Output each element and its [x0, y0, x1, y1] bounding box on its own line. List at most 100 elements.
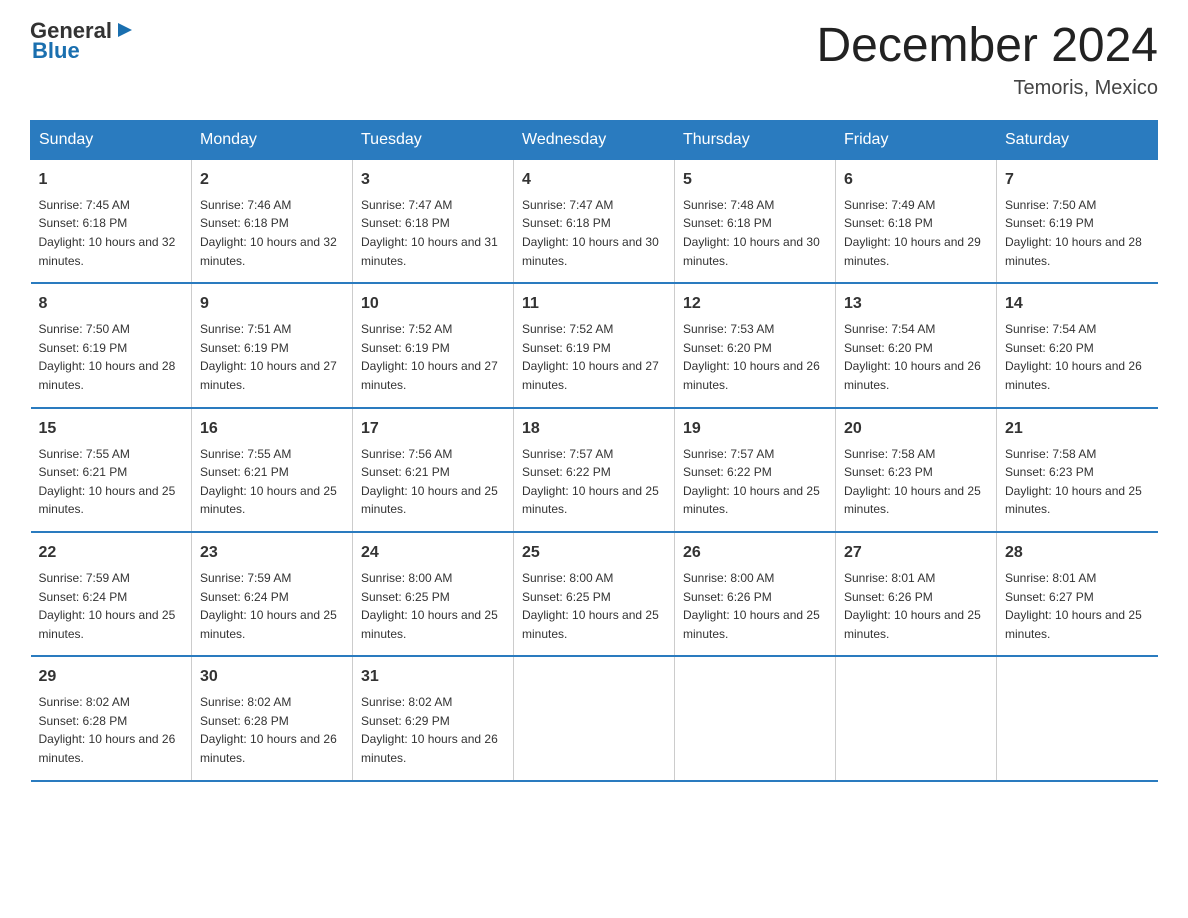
week-row-2: 8 Sunrise: 7:50 AMSunset: 6:19 PMDaylight…: [31, 283, 1158, 407]
day-info: Sunrise: 8:01 AMSunset: 6:26 PMDaylight:…: [844, 569, 988, 643]
day-number: 23: [200, 541, 344, 565]
week-row-5: 29Sunrise: 8:02 AMSunset: 6:28 PMDayligh…: [31, 656, 1158, 780]
calendar-table: SundayMondayTuesdayWednesdayThursdayFrid…: [30, 120, 1158, 782]
day-info: Sunrise: 7:47 AMSunset: 6:18 PMDaylight:…: [522, 196, 666, 270]
day-number: 28: [1005, 541, 1150, 565]
day-number: 4: [522, 168, 666, 192]
day-info: Sunrise: 7:52 AMSunset: 6:19 PMDaylight:…: [522, 320, 666, 394]
header-row: SundayMondayTuesdayWednesdayThursdayFrid…: [31, 120, 1158, 159]
header-day-tuesday: Tuesday: [353, 120, 514, 159]
day-cell: 6 Sunrise: 7:49 AMSunset: 6:18 PMDaylight…: [836, 159, 997, 283]
day-cell: 13Sunrise: 7:54 AMSunset: 6:20 PMDayligh…: [836, 283, 997, 407]
day-cell: 4 Sunrise: 7:47 AMSunset: 6:18 PMDaylight…: [514, 159, 675, 283]
day-info: Sunrise: 8:00 AMSunset: 6:25 PMDaylight:…: [522, 569, 666, 643]
day-cell: 28 Sunrise: 8:01 AMSunset: 6:27 PMDayligh…: [997, 532, 1158, 656]
day-info: Sunrise: 8:02 AMSunset: 6:28 PMDaylight:…: [39, 693, 184, 767]
day-number: 3: [361, 168, 505, 192]
day-number: 18: [522, 417, 666, 441]
day-number: 16: [200, 417, 344, 441]
day-info: Sunrise: 7:55 AMSunset: 6:21 PMDaylight:…: [39, 445, 184, 519]
logo: General Blue: [30, 20, 136, 62]
day-number: 9: [200, 292, 344, 316]
day-info: Sunrise: 7:57 AMSunset: 6:22 PMDaylight:…: [683, 445, 827, 519]
day-info: Sunrise: 8:02 AMSunset: 6:29 PMDaylight:…: [361, 693, 505, 767]
day-info: Sunrise: 8:01 AMSunset: 6:27 PMDaylight:…: [1005, 569, 1150, 643]
day-number: 15: [39, 417, 184, 441]
day-cell: 30 Sunrise: 8:02 AMSunset: 6:28 PMDayligh…: [192, 656, 353, 780]
day-number: 12: [683, 292, 827, 316]
week-row-1: 1 Sunrise: 7:45 AMSunset: 6:18 PMDaylight…: [31, 159, 1158, 283]
day-info: Sunrise: 7:49 AMSunset: 6:18 PMDaylight:…: [844, 196, 988, 270]
day-number: 26: [683, 541, 827, 565]
day-cell: [997, 656, 1158, 780]
day-number: 11: [522, 292, 666, 316]
day-cell: 22 Sunrise: 7:59 AMSunset: 6:24 PMDayligh…: [31, 532, 192, 656]
day-cell: 7Sunrise: 7:50 AMSunset: 6:19 PMDaylight…: [997, 159, 1158, 283]
day-cell: 20 Sunrise: 7:58 AMSunset: 6:23 PMDayligh…: [836, 408, 997, 532]
day-info: Sunrise: 7:47 AMSunset: 6:18 PMDaylight:…: [361, 196, 505, 270]
day-number: 8: [39, 292, 184, 316]
header-day-wednesday: Wednesday: [514, 120, 675, 159]
location: Temoris, Mexico: [816, 77, 1158, 100]
logo-blue: Blue: [30, 40, 136, 62]
day-cell: 26 Sunrise: 8:00 AMSunset: 6:26 PMDayligh…: [675, 532, 836, 656]
day-info: Sunrise: 7:59 AMSunset: 6:24 PMDaylight:…: [39, 569, 184, 643]
day-cell: 8 Sunrise: 7:50 AMSunset: 6:19 PMDaylight…: [31, 283, 192, 407]
week-row-4: 22 Sunrise: 7:59 AMSunset: 6:24 PMDayligh…: [31, 532, 1158, 656]
day-number: 22: [39, 541, 184, 565]
day-number: 6: [844, 168, 988, 192]
title-section: December 2024 Temoris, Mexico: [816, 20, 1158, 100]
page-header: General Blue December 2024 Temoris, Mexi…: [30, 20, 1158, 100]
month-title: December 2024: [816, 20, 1158, 73]
day-cell: 18 Sunrise: 7:57 AMSunset: 6:22 PMDayligh…: [514, 408, 675, 532]
day-cell: 17 Sunrise: 7:56 AMSunset: 6:21 PMDayligh…: [353, 408, 514, 532]
day-cell: 27 Sunrise: 8:01 AMSunset: 6:26 PMDayligh…: [836, 532, 997, 656]
day-number: 30: [200, 665, 344, 689]
day-cell: 2Sunrise: 7:46 AMSunset: 6:18 PMDaylight…: [192, 159, 353, 283]
day-cell: 5 Sunrise: 7:48 AMSunset: 6:18 PMDaylight…: [675, 159, 836, 283]
day-number: 5: [683, 168, 827, 192]
day-info: Sunrise: 7:58 AMSunset: 6:23 PMDaylight:…: [1005, 445, 1150, 519]
day-info: Sunrise: 7:51 AMSunset: 6:19 PMDaylight:…: [200, 320, 344, 394]
day-info: Sunrise: 7:55 AMSunset: 6:21 PMDaylight:…: [200, 445, 344, 519]
day-cell: 11 Sunrise: 7:52 AMSunset: 6:19 PMDayligh…: [514, 283, 675, 407]
header-day-monday: Monday: [192, 120, 353, 159]
day-info: Sunrise: 8:00 AMSunset: 6:25 PMDaylight:…: [361, 569, 505, 643]
logo-image: General Blue: [30, 20, 136, 62]
day-cell: 21 Sunrise: 7:58 AMSunset: 6:23 PMDayligh…: [997, 408, 1158, 532]
day-info: Sunrise: 8:00 AMSunset: 6:26 PMDaylight:…: [683, 569, 827, 643]
header-day-saturday: Saturday: [997, 120, 1158, 159]
day-number: 21: [1005, 417, 1150, 441]
day-info: Sunrise: 7:45 AMSunset: 6:18 PMDaylight:…: [39, 196, 184, 270]
day-number: 31: [361, 665, 505, 689]
day-cell: 23Sunrise: 7:59 AMSunset: 6:24 PMDayligh…: [192, 532, 353, 656]
day-info: Sunrise: 7:48 AMSunset: 6:18 PMDaylight:…: [683, 196, 827, 270]
day-info: Sunrise: 7:52 AMSunset: 6:19 PMDaylight:…: [361, 320, 505, 394]
day-cell: 29Sunrise: 8:02 AMSunset: 6:28 PMDayligh…: [31, 656, 192, 780]
calendar-header: SundayMondayTuesdayWednesdayThursdayFrid…: [31, 120, 1158, 159]
day-info: Sunrise: 7:54 AMSunset: 6:20 PMDaylight:…: [844, 320, 988, 394]
header-day-friday: Friday: [836, 120, 997, 159]
day-info: Sunrise: 7:56 AMSunset: 6:21 PMDaylight:…: [361, 445, 505, 519]
logo-arrow-icon: [114, 19, 136, 41]
day-cell: 15 Sunrise: 7:55 AMSunset: 6:21 PMDayligh…: [31, 408, 192, 532]
day-number: 1: [39, 168, 184, 192]
day-cell: 3 Sunrise: 7:47 AMSunset: 6:18 PMDaylight…: [353, 159, 514, 283]
day-info: Sunrise: 7:53 AMSunset: 6:20 PMDaylight:…: [683, 320, 827, 394]
day-cell: 1 Sunrise: 7:45 AMSunset: 6:18 PMDaylight…: [31, 159, 192, 283]
day-cell: [675, 656, 836, 780]
day-number: 14: [1005, 292, 1150, 316]
day-info: Sunrise: 7:50 AMSunset: 6:19 PMDaylight:…: [39, 320, 184, 394]
day-cell: 9 Sunrise: 7:51 AMSunset: 6:19 PMDaylight…: [192, 283, 353, 407]
calendar-body: 1 Sunrise: 7:45 AMSunset: 6:18 PMDaylight…: [31, 159, 1158, 780]
day-number: 27: [844, 541, 988, 565]
day-number: 20: [844, 417, 988, 441]
day-cell: 24Sunrise: 8:00 AMSunset: 6:25 PMDayligh…: [353, 532, 514, 656]
header-day-sunday: Sunday: [31, 120, 192, 159]
day-info: Sunrise: 7:58 AMSunset: 6:23 PMDaylight:…: [844, 445, 988, 519]
day-number: 17: [361, 417, 505, 441]
day-info: Sunrise: 8:02 AMSunset: 6:28 PMDaylight:…: [200, 693, 344, 767]
day-info: Sunrise: 7:46 AMSunset: 6:18 PMDaylight:…: [200, 196, 344, 270]
day-info: Sunrise: 7:57 AMSunset: 6:22 PMDaylight:…: [522, 445, 666, 519]
day-cell: 12 Sunrise: 7:53 AMSunset: 6:20 PMDayligh…: [675, 283, 836, 407]
